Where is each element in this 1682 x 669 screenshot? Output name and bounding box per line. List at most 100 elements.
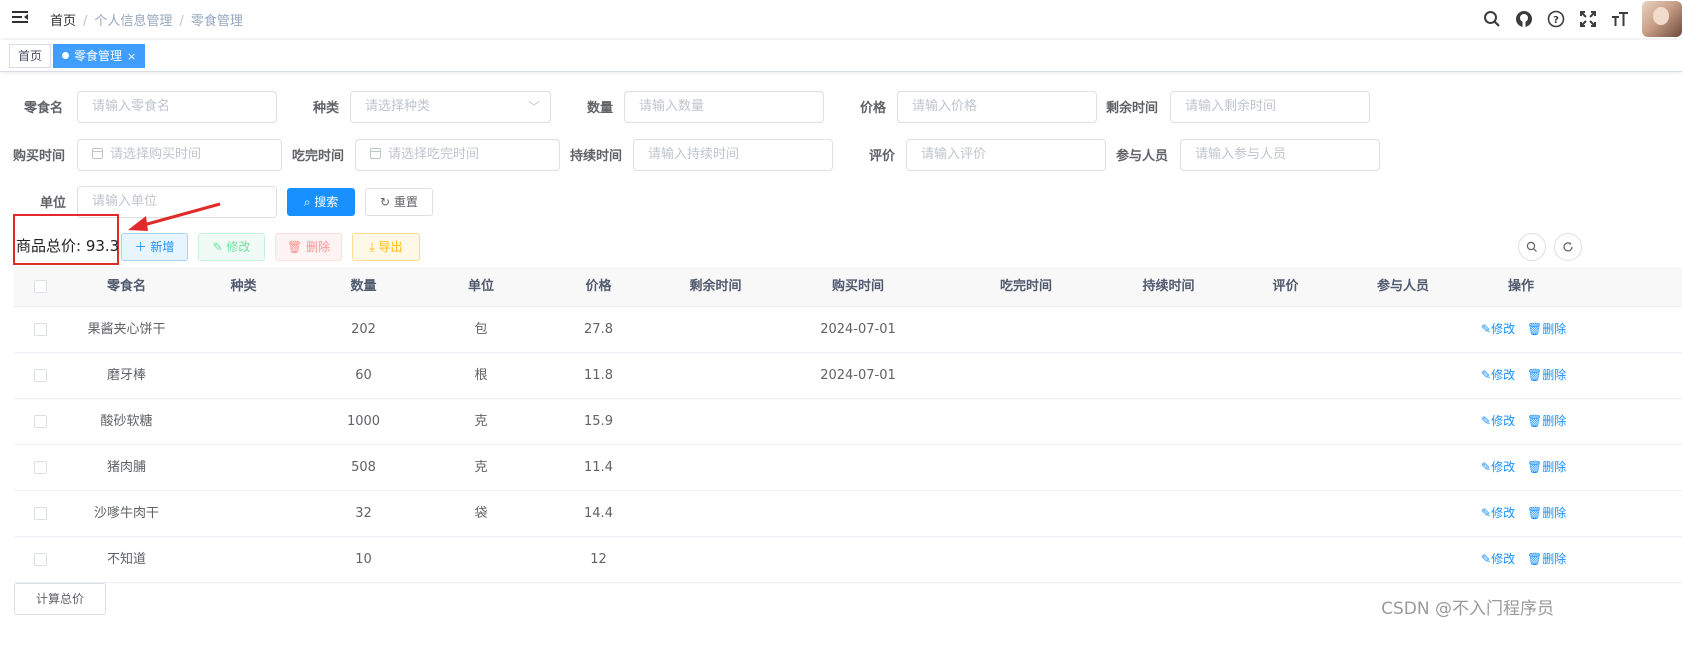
duration-label: 持续时间	[570, 149, 623, 164]
fullscreen-icon[interactable]	[1572, 0, 1604, 38]
export-button[interactable]: ⤓ 导出	[352, 233, 420, 261]
column-header[interactable]: 单位	[422, 267, 540, 307]
buy-time-picker[interactable]: 请选择购买时间	[77, 139, 282, 171]
row-delete-link[interactable]: 🗑删除	[1527, 537, 1566, 583]
breadcrumb-home[interactable]: 首页	[50, 14, 76, 29]
edit-icon: ✎	[1481, 552, 1492, 566]
people-input[interactable]: 请输入参与人员	[1180, 139, 1380, 171]
cell-buy-time	[774, 399, 942, 445]
chevron-down-icon: ﹀	[527, 100, 540, 114]
tab-snack-management[interactable]: 零食管理 ×	[53, 44, 146, 68]
row-checkbox[interactable]	[34, 323, 47, 336]
remaining-input[interactable]: 请输入剩余时间	[1170, 91, 1370, 123]
row-edit-link[interactable]: ✎修改	[1481, 353, 1515, 399]
duration-input[interactable]: 请输入持续时间	[633, 139, 833, 171]
github-icon[interactable]	[1508, 0, 1540, 38]
column-header[interactable]: 操作	[1462, 267, 1580, 307]
row-edit-link[interactable]: ✎修改	[1481, 307, 1515, 353]
price-input[interactable]: 请输入价格	[897, 91, 1097, 123]
type-select[interactable]: 请选择种类 ﹀	[350, 91, 551, 123]
column-header[interactable]: 剩余时间	[657, 267, 774, 307]
column-header[interactable]: 种类	[185, 267, 302, 307]
refresh-button[interactable]	[1554, 233, 1582, 261]
delete-button[interactable]: 🗑 删除	[275, 233, 342, 261]
trash-icon: 🗑	[1527, 414, 1543, 428]
eat-time-placeholder: 请选择吃完时间	[388, 147, 480, 162]
table-row: 猪肉脯 508 克 11.4 ✎修改 🗑删除	[14, 445, 1682, 491]
row-edit-link[interactable]: ✎修改	[1481, 537, 1515, 583]
edit-icon: ✎	[1481, 368, 1492, 382]
people-label: 参与人员	[1116, 149, 1169, 164]
row-checkbox[interactable]	[34, 553, 47, 566]
cell-duration	[1110, 537, 1227, 583]
tab-home[interactable]: 首页	[9, 44, 52, 68]
cell-rating	[1227, 537, 1344, 583]
column-header[interactable]: 购买时间	[774, 267, 942, 307]
cell-buy-time	[774, 491, 942, 537]
rating-input[interactable]: 请输入评价	[906, 139, 1106, 171]
row-delete-link[interactable]: 🗑删除	[1527, 445, 1566, 491]
row-delete-link[interactable]: 🗑删除	[1527, 353, 1566, 399]
row-checkbox[interactable]	[34, 507, 47, 520]
search-button[interactable]: ⌕ 搜索	[287, 188, 355, 216]
row-edit-link[interactable]: ✎修改	[1481, 445, 1515, 491]
column-header[interactable]: 零食名	[68, 267, 185, 307]
cell-unit: 克	[474, 460, 488, 475]
cell-price: 12	[590, 552, 607, 567]
tab-label: 零食管理	[74, 49, 123, 63]
row-edit-link[interactable]: ✎修改	[1481, 399, 1515, 445]
close-icon[interactable]: ×	[127, 50, 136, 63]
cell-remaining	[657, 491, 774, 537]
cell-type	[185, 307, 302, 353]
row-edit-link[interactable]: ✎修改	[1481, 491, 1515, 537]
cell-people	[1344, 307, 1462, 353]
edit-icon: ✎	[1481, 414, 1492, 428]
snack-table: 零食名 种类 数量 单位 价格 剩余时间 购买时间 吃完时间 持续时间 评价 参…	[14, 267, 1682, 583]
column-header[interactable]: 吃完时间	[942, 267, 1110, 307]
row-delete-link[interactable]: 🗑删除	[1527, 307, 1566, 353]
row-delete-label: 删除	[1542, 506, 1567, 520]
help-icon[interactable]: ?	[1540, 0, 1572, 38]
cell-type	[185, 537, 302, 583]
column-header[interactable]: 数量	[305, 267, 422, 307]
edit-icon: ✎	[1481, 322, 1492, 336]
avatar[interactable]	[1642, 1, 1682, 37]
edit-icon: ✎	[212, 240, 227, 254]
quantity-input[interactable]: 请输入数量	[624, 91, 824, 123]
row-checkbox[interactable]	[34, 415, 47, 428]
row-checkbox[interactable]	[34, 461, 47, 474]
svg-text:?: ?	[1553, 15, 1559, 26]
breadcrumb-section: 个人信息管理	[94, 14, 173, 29]
breadcrumb-current: 零食管理	[190, 14, 243, 29]
reset-button[interactable]: ↻ 重置	[365, 188, 433, 216]
search-button-label: 搜索	[314, 195, 339, 209]
search-icon[interactable]	[1476, 0, 1508, 38]
cell-price: 15.9	[584, 414, 613, 429]
annotation-arrow-icon	[128, 202, 221, 231]
add-button[interactable]: ＋ 新增	[121, 233, 188, 261]
calendar-icon	[92, 148, 103, 159]
column-header[interactable]: 参与人员	[1344, 267, 1462, 307]
name-input[interactable]: 请输入零食名	[77, 91, 277, 123]
column-header[interactable]: 价格	[540, 267, 657, 307]
hamburger-icon[interactable]	[11, 8, 29, 26]
table-header: 零食名 种类 数量 单位 价格 剩余时间 购买时间 吃完时间 持续时间 评价 参…	[14, 267, 1682, 307]
column-header[interactable]: 持续时间	[1110, 267, 1227, 307]
watermark: CSDN @不入门程序员	[1381, 599, 1554, 619]
row-checkbox[interactable]	[34, 369, 47, 382]
font-size-icon[interactable]	[1604, 0, 1636, 38]
eat-time-picker[interactable]: 请选择吃完时间	[355, 139, 560, 171]
calculate-total-button[interactable]: 计算总价	[14, 583, 106, 615]
cell-rating	[1227, 445, 1344, 491]
breadcrumb-separator: /	[179, 14, 184, 29]
cell-name: 磨牙棒	[106, 368, 146, 383]
cell-type	[185, 399, 302, 445]
edit-button[interactable]: ✎ 修改	[198, 233, 265, 261]
row-delete-link[interactable]: 🗑删除	[1527, 399, 1566, 445]
select-all-checkbox[interactable]	[34, 280, 47, 293]
right-menu: ?	[1476, 0, 1682, 38]
cell-price: 27.8	[584, 322, 613, 337]
row-delete-link[interactable]: 🗑删除	[1527, 491, 1566, 537]
toggle-search-button[interactable]	[1518, 233, 1546, 261]
column-header[interactable]: 评价	[1227, 267, 1344, 307]
